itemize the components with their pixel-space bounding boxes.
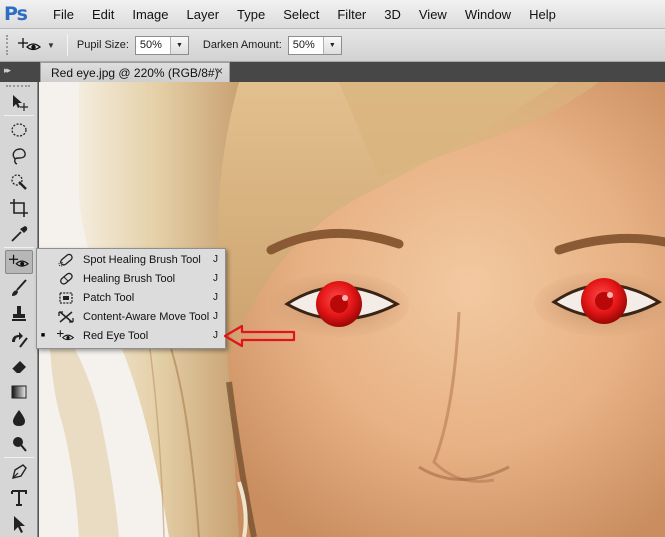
- stamp-icon: [12, 306, 26, 321]
- divider: [4, 115, 34, 116]
- menu-help[interactable]: Help: [520, 7, 565, 22]
- healing-tools-flyout: Spot Healing Brush Tool J Healing Brush …: [36, 248, 226, 349]
- history-brush-icon: [12, 332, 28, 348]
- lasso-tool[interactable]: [5, 144, 33, 168]
- menu-view[interactable]: View: [410, 7, 456, 22]
- menu-type[interactable]: Type: [228, 7, 274, 22]
- type-icon: [11, 490, 27, 506]
- annotation-arrow-icon: [223, 324, 296, 348]
- flyout-shortcut: J: [213, 273, 218, 284]
- flyout-item-red-eye[interactable]: ■ Red Eye Tool J: [37, 326, 225, 345]
- darken-amount-value[interactable]: 50%: [289, 39, 323, 51]
- gradient-icon: [11, 385, 27, 399]
- quick-selection-tool[interactable]: [5, 170, 33, 194]
- elliptical-marquee-icon: [11, 123, 27, 137]
- divider: [4, 247, 34, 248]
- flyout-label: Patch Tool: [83, 291, 135, 304]
- collapse-toolbox-icon[interactable]: ▸▸: [4, 65, 11, 76]
- pen-icon: [12, 464, 27, 479]
- flyout-item-healing-brush[interactable]: Healing Brush Tool J: [37, 269, 225, 288]
- dodge-tool[interactable]: [5, 432, 33, 456]
- pupil-size-label: Pupil Size:: [76, 39, 129, 51]
- menu-filter[interactable]: Filter: [328, 7, 375, 22]
- menu-select[interactable]: Select: [274, 7, 328, 22]
- crop-icon: [10, 199, 28, 217]
- options-bar: ▼ Pupil Size: 50% ▼ Darken Amount: 50% ▼: [0, 29, 665, 62]
- toolbox-grip[interactable]: [6, 85, 30, 89]
- marquee-tool[interactable]: [5, 118, 33, 142]
- crop-tool[interactable]: [5, 196, 33, 220]
- flyout-item-patch[interactable]: Patch Tool J: [37, 288, 225, 307]
- type-tool[interactable]: [5, 486, 33, 510]
- patch-icon: [55, 289, 77, 307]
- flyout-shortcut: J: [213, 254, 218, 265]
- flyout-label: Spot Healing Brush Tool: [83, 253, 201, 266]
- flyout-label: Content-Aware Move Tool: [83, 310, 210, 323]
- blur-drop-icon: [13, 410, 25, 426]
- move-tool[interactable]: [5, 90, 33, 114]
- close-icon[interactable]: ×: [216, 64, 223, 78]
- chevron-down-icon: ▼: [47, 40, 55, 50]
- healing-tool-group-active[interactable]: [5, 250, 33, 274]
- eraser-tool[interactable]: [5, 354, 33, 378]
- flyout-shortcut: J: [213, 311, 218, 322]
- red-eye-icon: [55, 327, 77, 345]
- toolbox: [0, 82, 38, 537]
- divider: [66, 34, 68, 56]
- flyout-item-spot-healing-brush[interactable]: Spot Healing Brush Tool J: [37, 250, 225, 269]
- menu-bar: Ps File Edit Image Layer Type Select Fil…: [0, 0, 665, 29]
- darken-amount-label: Darken Amount:: [202, 39, 282, 51]
- document-tab-title: Red eye.jpg @ 220% (RGB/8#): [51, 65, 219, 80]
- eyedropper-icon: [11, 226, 28, 242]
- content-aware-move-icon: [55, 308, 77, 326]
- move-icon: [13, 95, 28, 111]
- document-tab[interactable]: Red eye.jpg @ 220% (RGB/8#) ×: [40, 62, 230, 82]
- eyedropper-tool[interactable]: [5, 222, 33, 246]
- options-bar-grip[interactable]: [6, 35, 10, 55]
- menu-edit[interactable]: Edit: [83, 7, 123, 22]
- document-tab-row: ▸▸ Red eye.jpg @ 220% (RGB/8#) ×: [0, 62, 665, 82]
- path-selection-icon: [14, 516, 25, 533]
- darken-amount-field[interactable]: 50% ▼: [287, 35, 342, 55]
- menu-layer[interactable]: Layer: [178, 7, 229, 22]
- dodge-icon: [13, 437, 27, 452]
- tool-preset-picker[interactable]: ▼: [18, 37, 55, 53]
- menu-3d[interactable]: 3D: [375, 7, 410, 22]
- pupil-size-field[interactable]: 50% ▼: [134, 35, 189, 55]
- blur-tool[interactable]: [5, 406, 33, 430]
- menu-image[interactable]: Image: [123, 7, 177, 22]
- photoshop-logo: Ps: [4, 3, 28, 25]
- clone-stamp-tool[interactable]: [5, 302, 33, 326]
- healing-brush-icon: [55, 270, 77, 288]
- flyout-label: Red Eye Tool: [83, 329, 149, 342]
- flyout-shortcut: J: [213, 292, 218, 303]
- brush-icon: [12, 279, 27, 296]
- red-eye-tool-icon: [18, 38, 42, 51]
- flyout-label: Healing Brush Tool: [83, 272, 176, 285]
- path-selection-tool[interactable]: [5, 512, 33, 536]
- flyout-item-content-aware-move[interactable]: Content-Aware Move Tool J: [37, 307, 225, 326]
- menu-file[interactable]: File: [44, 7, 83, 22]
- brush-tool[interactable]: [5, 276, 33, 300]
- red-eye-icon: [9, 254, 29, 267]
- gradient-tool[interactable]: [5, 380, 33, 404]
- divider: [4, 457, 34, 458]
- history-brush-tool[interactable]: [5, 328, 33, 352]
- pupil-size-value[interactable]: 50%: [136, 39, 170, 51]
- selected-bullet-icon: ■: [40, 332, 46, 339]
- pupil-size-dropdown-icon[interactable]: ▼: [169, 36, 188, 54]
- spot-healing-brush-icon: [55, 251, 77, 269]
- lasso-icon: [12, 148, 26, 165]
- quick-selection-icon: [11, 174, 27, 190]
- darken-amount-dropdown-icon[interactable]: ▼: [322, 36, 341, 54]
- pen-tool[interactable]: [5, 460, 33, 484]
- eraser-icon: [11, 361, 26, 375]
- menu-window[interactable]: Window: [456, 7, 520, 22]
